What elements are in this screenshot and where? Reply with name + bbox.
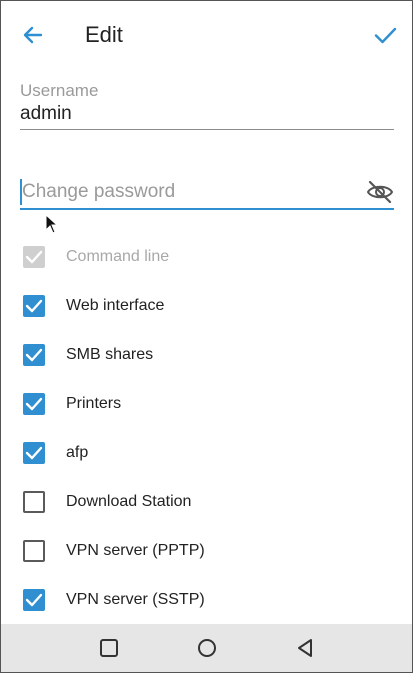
eye-off-icon[interactable] — [366, 179, 394, 205]
home-circle-icon[interactable] — [195, 636, 219, 660]
top-app-bar: Edit — [1, 1, 412, 67]
checkbox-checked — [23, 246, 45, 268]
permission-row[interactable]: afp — [1, 433, 412, 473]
permission-label: VPN server (PPTP) — [66, 542, 205, 559]
username-value: admin — [20, 103, 72, 124]
permission-label: SMB shares — [66, 346, 154, 363]
permission-row[interactable]: VPN server (SSTP) — [1, 580, 412, 620]
permission-label: Printers — [66, 395, 122, 412]
page-title: Edit — [85, 22, 123, 47]
permission-row[interactable]: VPN server (PPTP) — [1, 531, 412, 571]
back-arrow-icon[interactable] — [19, 21, 47, 49]
permission-label: Download Station — [66, 493, 192, 510]
username-label: Username — [20, 81, 99, 100]
checkbox-checked[interactable] — [23, 295, 45, 317]
permission-row[interactable]: SMB shares — [1, 335, 412, 375]
recents-square-icon[interactable] — [97, 636, 121, 660]
checkbox-checked[interactable] — [23, 589, 45, 611]
permission-row[interactable]: Web interface — [1, 286, 412, 326]
username-underline — [20, 129, 394, 130]
mouse-pointer-icon — [45, 213, 59, 234]
password-field[interactable] — [20, 173, 394, 211]
permission-label: Web interface — [66, 297, 165, 314]
permission-label: Command line — [66, 248, 170, 265]
permission-row[interactable]: Printers — [1, 384, 412, 424]
permission-row[interactable]: Download Station — [1, 482, 412, 522]
checkbox-checked[interactable] — [23, 442, 45, 464]
permission-label: afp — [66, 444, 89, 461]
text-caret — [20, 179, 22, 205]
permission-label: VPN server (SSTP) — [66, 591, 205, 608]
password-underline — [20, 208, 394, 210]
password-input[interactable] — [20, 177, 362, 207]
system-nav-bar — [1, 624, 412, 672]
app-screen: Edit Username admin Command line Web inte… — [0, 0, 413, 673]
checkbox-unchecked[interactable] — [23, 540, 45, 562]
permission-row: Command line — [1, 237, 412, 277]
checkbox-checked[interactable] — [23, 344, 45, 366]
checkbox-unchecked[interactable] — [23, 491, 45, 513]
checkbox-checked[interactable] — [23, 393, 45, 415]
back-triangle-icon[interactable] — [293, 636, 317, 660]
check-icon[interactable] — [371, 21, 399, 49]
